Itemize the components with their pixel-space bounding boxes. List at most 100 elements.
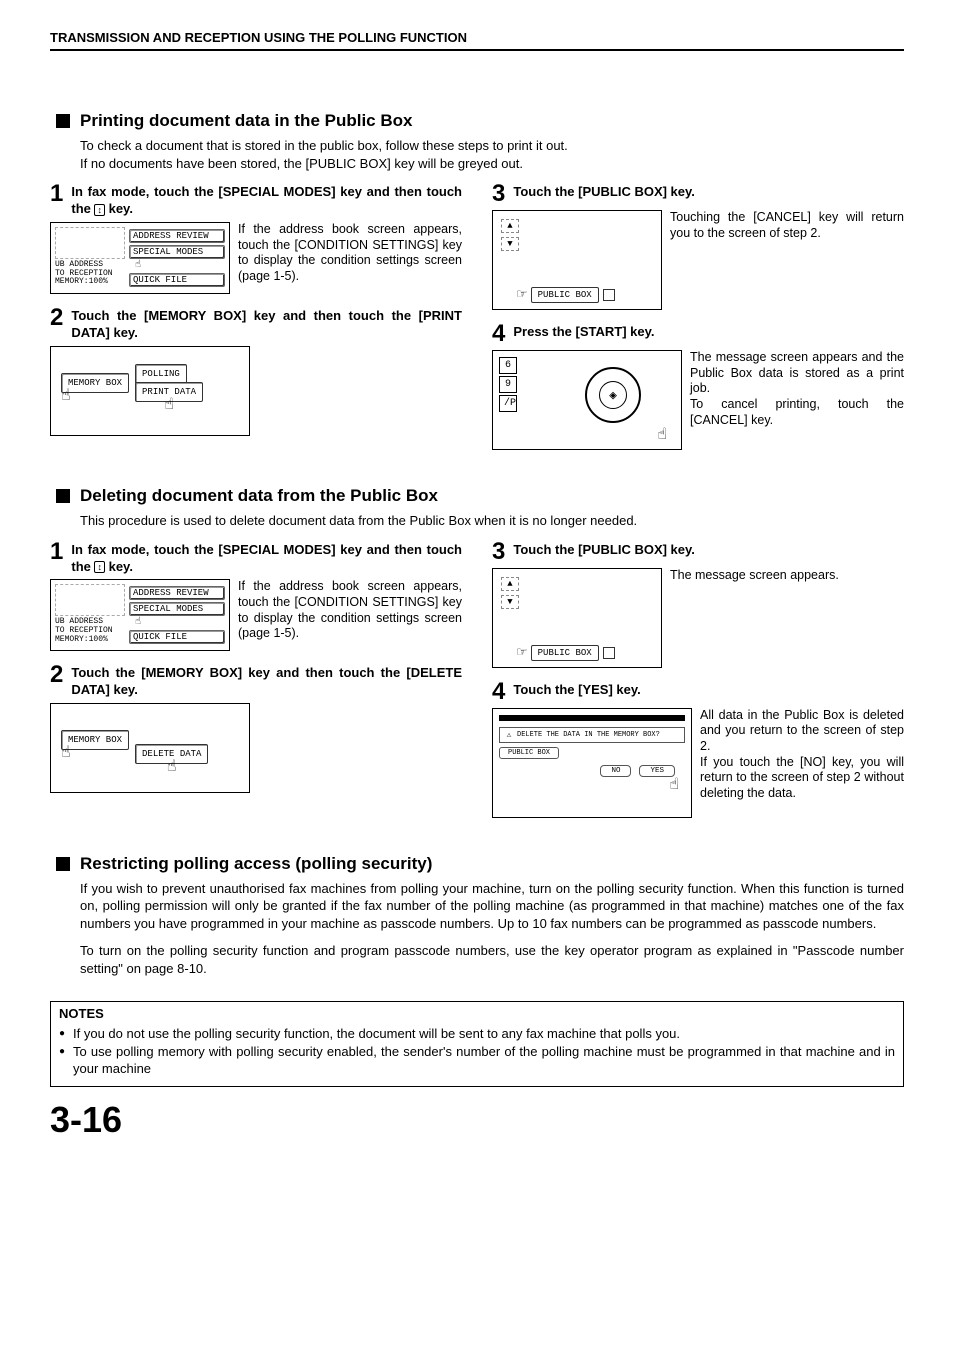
- step-number: 4: [492, 322, 505, 346]
- step-a1: 1 In fax mode, touch the [SPECIAL MODES]…: [50, 182, 462, 294]
- step-description: All data in the Public Box is deleted an…: [700, 708, 904, 802]
- step-a4: 4 Press the [START] key. 6 9 /P ◈ ☝: [492, 322, 904, 450]
- memory-box-button[interactable]: MEMORY BOX: [61, 373, 129, 393]
- document-icon: [603, 647, 615, 659]
- hand-tap-icon: ☝: [135, 259, 225, 271]
- lcd-panel-confirm-delete: ⚠ DELETE THE DATA IN THE MEMORY BOX? PUB…: [492, 708, 692, 818]
- section-title: Restricting polling access (polling secu…: [80, 854, 432, 874]
- lcd-memory: MEMORY:100%: [55, 278, 125, 287]
- section-delete-public-box: Deleting document data from the Public B…: [50, 486, 904, 830]
- section-paragraph-1: If you wish to prevent unauthorised fax …: [80, 880, 904, 933]
- public-box-label: PUBLIC BOX: [499, 747, 559, 759]
- section-title: Deleting document data from the Public B…: [80, 486, 438, 506]
- step-number: 3: [492, 540, 505, 564]
- lcd-panel-public-box: ▲ ▼ ☞ PUBLIC BOX: [492, 568, 662, 668]
- start-button[interactable]: ◈: [585, 367, 641, 423]
- step-title: In fax mode, touch the [SPECIAL MODES] k…: [71, 182, 462, 218]
- lcd-memory: MEMORY:100%: [55, 636, 125, 645]
- step-description: The message screen appears and the Publi…: [690, 350, 904, 428]
- keypad-6[interactable]: 6: [499, 357, 517, 374]
- section-polling-security: Restricting polling access (polling secu…: [50, 854, 904, 978]
- note-item-1: If you do not use the polling security f…: [59, 1025, 895, 1043]
- lcd-panel-memory-box: MEMORY BOX ☝ POLLING PRINT DATA ☝: [50, 346, 250, 436]
- section-print-public-box: Printing document data in the Public Box…: [50, 111, 904, 462]
- bullet-square-icon: [56, 857, 70, 871]
- page-header: TRANSMISSION AND RECEPTION USING THE POL…: [50, 30, 904, 51]
- desc-line-b: If you touch the [NO] key, you will retu…: [700, 755, 904, 802]
- desc-line-a: All data in the Public Box is deleted an…: [700, 708, 904, 755]
- step-number: 2: [50, 663, 63, 687]
- step-number: 2: [50, 306, 63, 330]
- step-title: Touch the [PUBLIC BOX] key.: [513, 182, 695, 201]
- hand-tap-icon: ☝: [135, 616, 225, 628]
- step-title: Touch the [MEMORY BOX] key and then touc…: [71, 663, 462, 699]
- step-title-part-b: key.: [105, 559, 133, 574]
- intro-line-1: To check a document that is stored in th…: [80, 137, 904, 155]
- hand-tap-icon: ☞: [517, 645, 527, 661]
- quick-file-button[interactable]: QUICK FILE: [129, 273, 225, 287]
- hand-tap-icon: ☝: [657, 427, 667, 443]
- step-number: 4: [492, 680, 505, 704]
- section-intro: To check a document that is stored in th…: [80, 137, 904, 172]
- step-b1: 1 In fax mode, touch the [SPECIAL MODES]…: [50, 540, 462, 652]
- step-title: Touch the [YES] key.: [513, 680, 640, 699]
- address-review-button[interactable]: ADDRESS REVIEW: [129, 586, 225, 600]
- section-intro: This procedure is used to delete documen…: [80, 512, 904, 530]
- section-paragraph-2: To turn on the polling security function…: [80, 942, 904, 977]
- section-heading: Restricting polling access (polling secu…: [56, 854, 904, 874]
- hand-tap-icon: ☝: [499, 777, 679, 793]
- step-number: 3: [492, 182, 505, 206]
- page-number: 3-16: [50, 1099, 904, 1141]
- note-item-2: To use polling memory with polling secur…: [59, 1043, 895, 1078]
- step-title: In fax mode, touch the [SPECIAL MODES] k…: [71, 540, 462, 576]
- diamond-icon: ◈: [599, 381, 627, 409]
- quick-file-button[interactable]: QUICK FILE: [129, 630, 225, 644]
- section-b-left-column: 1 In fax mode, touch the [SPECIAL MODES]…: [50, 540, 462, 830]
- step-description: Touching the [CANCEL] key will return yo…: [670, 210, 904, 241]
- scroll-key-icon: ↕: [94, 561, 105, 573]
- warning-icon: ⚠: [504, 730, 514, 740]
- dialog-title-bar: [499, 715, 685, 721]
- no-button[interactable]: NO: [600, 765, 631, 777]
- yes-button[interactable]: YES: [639, 765, 675, 777]
- step-description: If the address book screen appears, touc…: [238, 222, 462, 285]
- memory-box-button[interactable]: MEMORY BOX: [61, 730, 129, 750]
- public-box-button[interactable]: PUBLIC BOX: [531, 287, 599, 303]
- special-modes-button[interactable]: SPECIAL MODES: [129, 245, 225, 259]
- step-title: Touch the [PUBLIC BOX] key.: [513, 540, 695, 559]
- step-title: Touch the [MEMORY BOX] key and then touc…: [71, 306, 462, 342]
- lcd-panel-memory-box: MEMORY BOX ☝ DELETE DATA ☝: [50, 703, 250, 793]
- step-number: 1: [50, 540, 63, 564]
- desc-line-b: To cancel printing, touch the [CANCEL] k…: [690, 397, 904, 428]
- scroll-key-icon: ↕: [94, 204, 105, 216]
- lcd-panel-public-box: ▲ ▼ ☞ PUBLIC BOX: [492, 210, 662, 310]
- public-box-button[interactable]: PUBLIC BOX: [531, 645, 599, 661]
- arrow-up-icon: ▲: [501, 577, 519, 591]
- section-a-right-column: 3 Touch the [PUBLIC BOX] key. ▲ ▼ ☞ PUBL…: [492, 182, 904, 462]
- desc-line-a: The message screen appears and the Publi…: [690, 350, 904, 397]
- document-icon: [603, 289, 615, 301]
- keypad-p[interactable]: /P: [499, 395, 517, 412]
- step-a2: 2 Touch the [MEMORY BOX] key and then to…: [50, 306, 462, 436]
- arrow-up-icon: ▲: [501, 219, 519, 233]
- arrow-down-icon: ▼: [501, 237, 519, 251]
- step-b2: 2 Touch the [MEMORY BOX] key and then to…: [50, 663, 462, 793]
- special-modes-button[interactable]: SPECIAL MODES: [129, 602, 225, 616]
- section-heading: Printing document data in the Public Box: [56, 111, 904, 131]
- address-review-button[interactable]: ADDRESS REVIEW: [129, 229, 225, 243]
- polling-button[interactable]: POLLING: [135, 364, 187, 384]
- hand-tap-icon: ☞: [517, 287, 527, 303]
- notes-title: NOTES: [51, 1002, 903, 1025]
- step-description: The message screen appears.: [670, 568, 904, 584]
- keypad-9[interactable]: 9: [499, 376, 517, 393]
- lcd-preview-icon: [55, 227, 125, 259]
- header-title: TRANSMISSION AND RECEPTION USING THE POL…: [50, 30, 904, 45]
- section-title: Printing document data in the Public Box: [80, 111, 412, 131]
- lcd-panel-special-modes: UB ADDRESS TO RECEPTION MEMORY:100% ADDR…: [50, 579, 230, 651]
- step-b4: 4 Touch the [YES] key. ⚠ DELETE THE DATA…: [492, 680, 904, 818]
- bullet-square-icon: [56, 489, 70, 503]
- step-description: If the address book screen appears, touc…: [238, 579, 462, 642]
- notes-box: NOTES If you do not use the polling secu…: [50, 1001, 904, 1087]
- bullet-square-icon: [56, 114, 70, 128]
- lcd-preview-icon: [55, 584, 125, 616]
